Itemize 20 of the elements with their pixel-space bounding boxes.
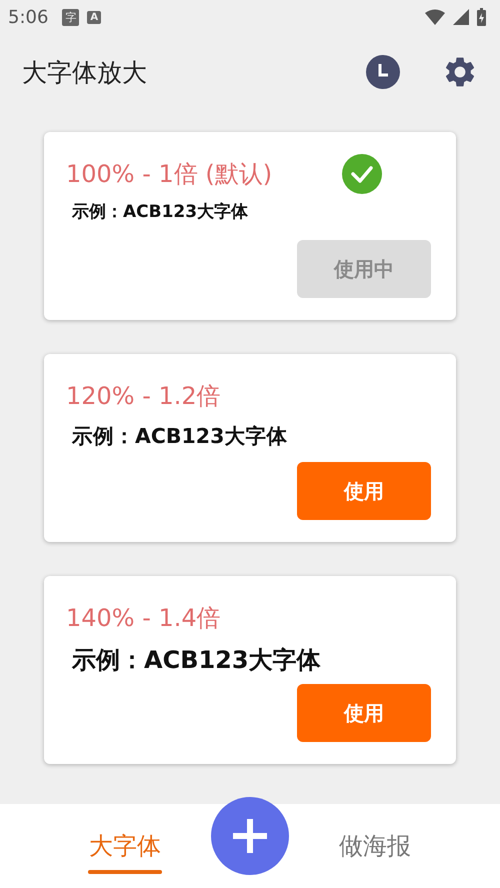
notification-icon: 字 [62, 8, 80, 26]
scale-title: 120% - 1.2倍 [66, 381, 222, 412]
clock-icon[interactable] [366, 55, 400, 89]
status-time: 5:06 [8, 6, 48, 28]
nav-tab[interactable]: 做海报 [339, 830, 411, 862]
use-button[interactable]: 使用 [297, 684, 431, 742]
use-button[interactable]: 使用 [297, 462, 431, 520]
app-title: 大字体放大 [22, 56, 148, 88]
nav-tab[interactable]: 大字体 [89, 830, 161, 862]
scale-title: 140% - 1.4倍 [66, 603, 222, 634]
sample-text: 示例：ACB123大字体 [72, 645, 322, 676]
scale-title: 100% - 1倍 (默认) [66, 159, 274, 190]
sample-text: 示例：ACB123大字体 [72, 201, 250, 223]
battery-icon [477, 8, 486, 26]
use-button[interactable]: 使用中 [297, 240, 431, 298]
wifi-icon [425, 9, 445, 25]
notification-icon: A [87, 10, 102, 24]
sample-text: 示例：ACB123大字体 [72, 423, 288, 450]
add-button[interactable] [211, 797, 289, 875]
signal-icon [453, 9, 469, 25]
